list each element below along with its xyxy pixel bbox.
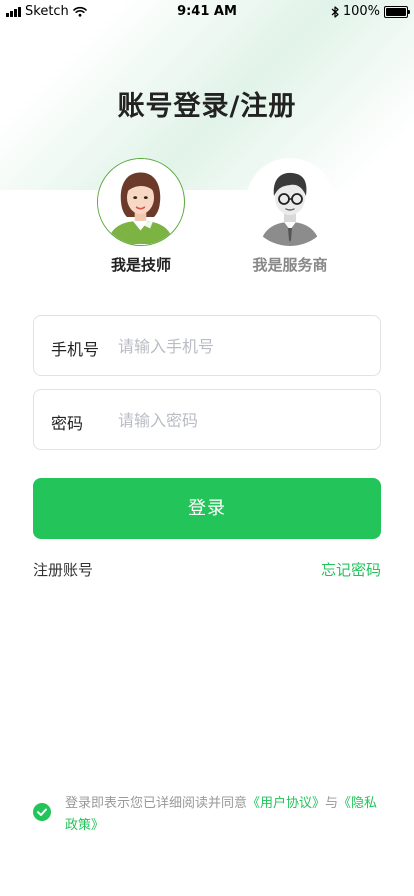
male-provider-avatar-icon xyxy=(246,158,334,246)
provider-avatar[interactable] xyxy=(246,158,334,246)
agreement-text: 登录即表示您已详细阅读并同意《用户协议》与《隐私政策》 xyxy=(65,793,385,837)
role-provider-label: 我是服务商 xyxy=(252,256,328,274)
forgot-password-link[interactable]: 忘记密码 xyxy=(321,559,381,580)
agreement-checkbox[interactable] xyxy=(33,803,51,821)
agreement-conjunction: 与 xyxy=(325,796,339,811)
role-provider[interactable]: 我是服务商 xyxy=(230,158,350,275)
bluetooth-icon xyxy=(331,5,339,18)
battery-fill xyxy=(386,7,406,16)
phone-field[interactable]: 手机号 xyxy=(33,315,381,376)
technician-avatar[interactable] xyxy=(97,158,185,246)
phone-input[interactable] xyxy=(118,331,358,361)
agreement-prefix: 登录即表示您已详细阅读并同意 xyxy=(65,796,248,811)
user-agreement-link[interactable]: 《用户协议》 xyxy=(247,796,325,811)
phone-label: 手机号 xyxy=(51,340,100,359)
female-technician-avatar-icon xyxy=(98,159,183,244)
page-title: 账号登录/注册 xyxy=(117,91,297,122)
battery-icon xyxy=(384,5,410,18)
password-input[interactable] xyxy=(118,405,358,435)
status-right: 100% xyxy=(331,4,410,19)
register-link[interactable]: 注册账号 xyxy=(33,559,93,580)
battery-percent: 100% xyxy=(342,4,380,19)
password-field[interactable]: 密码 xyxy=(33,389,381,450)
role-technician-label: 我是技师 xyxy=(110,256,171,274)
check-icon xyxy=(37,808,47,816)
login-button[interactable]: 登录 xyxy=(33,478,381,539)
password-label: 密码 xyxy=(51,414,84,433)
role-technician[interactable]: 我是技师 xyxy=(81,158,201,275)
status-bar: Sketch 9:41 AM 100% xyxy=(0,0,414,24)
